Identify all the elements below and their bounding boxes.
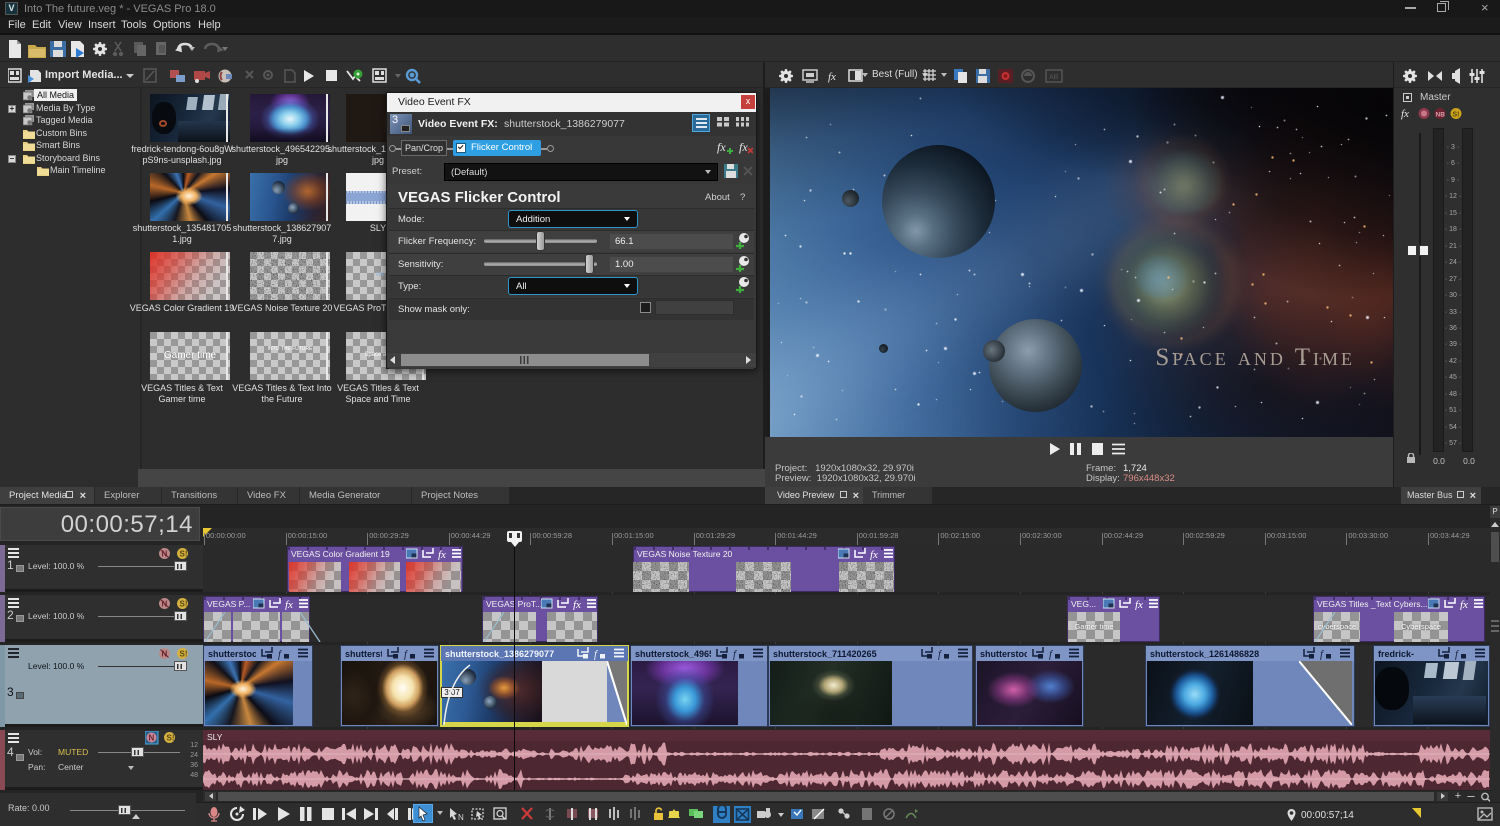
svg-text:fx: fx xyxy=(717,140,726,154)
svg-text:fx: fx xyxy=(438,549,446,560)
svg-text:N: N xyxy=(458,813,464,822)
svg-text:S!: S! xyxy=(180,550,188,559)
svg-text:f: f xyxy=(1320,650,1325,661)
svg-text:fx: fx xyxy=(739,140,748,154)
svg-text:S!: S! xyxy=(180,600,188,609)
svg-text:f: f xyxy=(938,650,943,661)
svg-text:fx: fx xyxy=(1460,599,1468,610)
svg-text:f: f xyxy=(733,650,738,661)
svg-text:fx: fx xyxy=(1401,108,1409,120)
svg-text:S!: S! xyxy=(180,650,188,659)
svg-text:fx: fx xyxy=(285,599,293,610)
svg-text:f: f xyxy=(1455,650,1460,661)
svg-text:N: N xyxy=(149,734,155,743)
svg-text:NB: NB xyxy=(1436,112,1446,119)
svg-text:f: f xyxy=(594,650,599,661)
svg-text:AB: AB xyxy=(1049,74,1059,81)
svg-text:S!: S! xyxy=(167,734,175,743)
svg-text:f: f xyxy=(1049,650,1054,661)
svg-text:fx: fx xyxy=(573,599,581,610)
svg-text:fx: fx xyxy=(1135,599,1143,610)
svg-text:S!: S! xyxy=(1453,112,1460,119)
svg-text:fx: fx xyxy=(870,549,878,560)
svg-text:f: f xyxy=(404,650,409,661)
svg-text:fx: fx xyxy=(828,71,836,83)
svg-text:f: f xyxy=(278,650,283,661)
